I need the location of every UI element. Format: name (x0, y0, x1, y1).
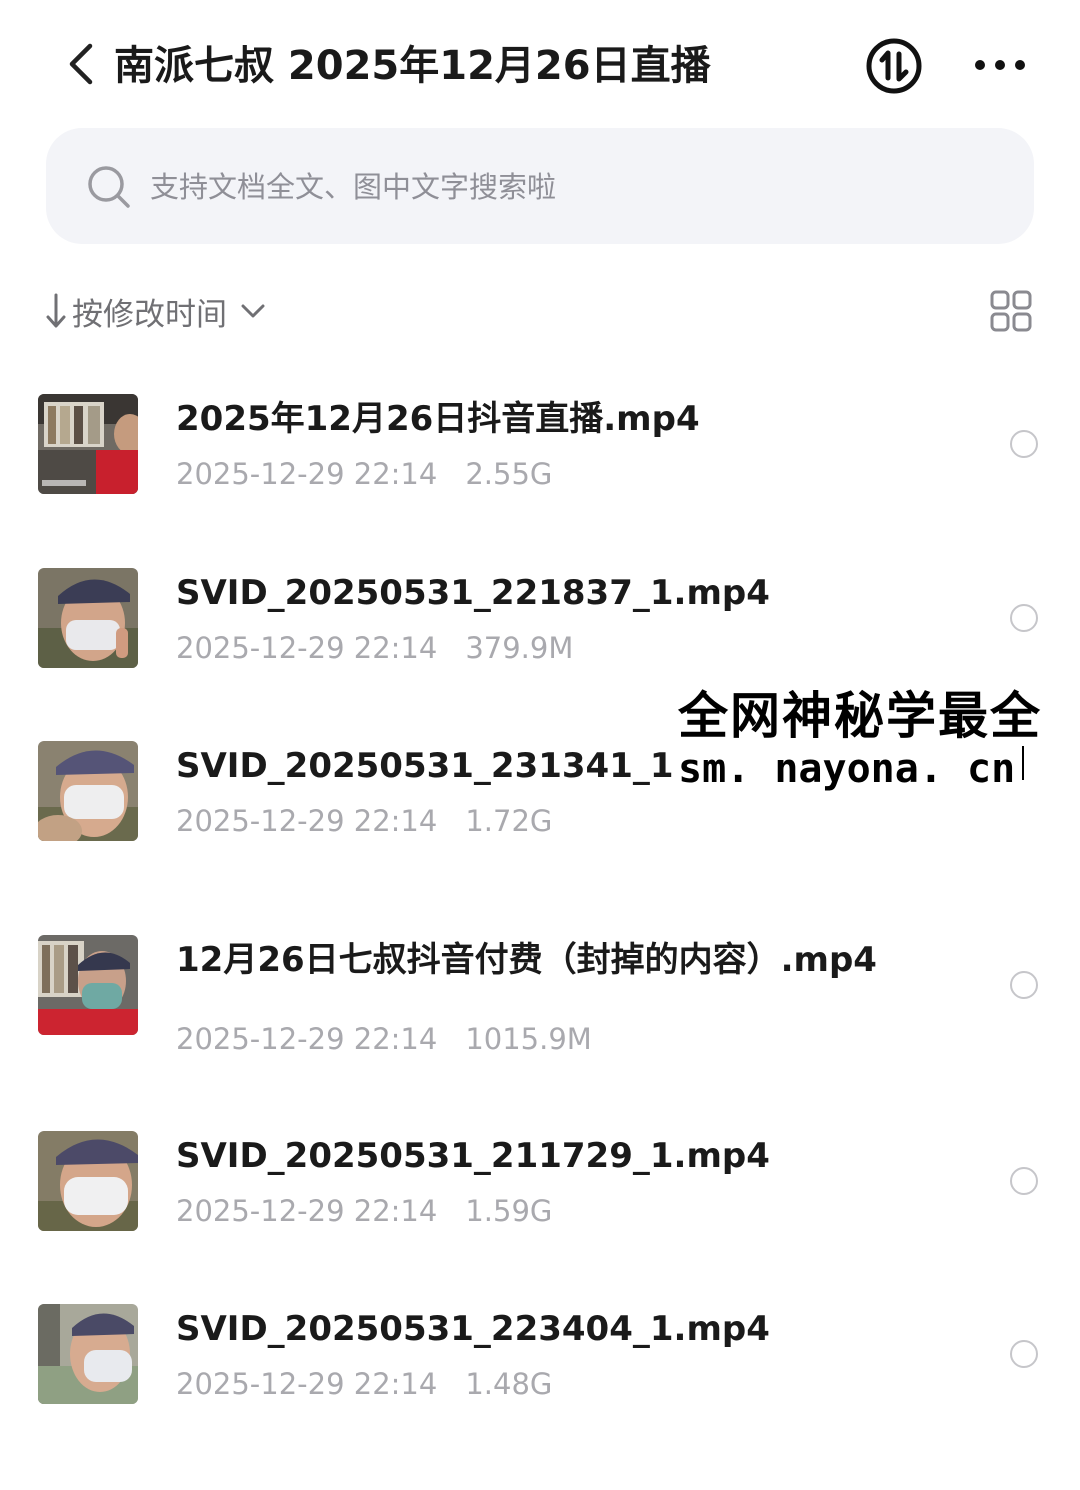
video-thumbnail (38, 935, 138, 1035)
modified-time: 2025-12-29 22:14 (176, 457, 438, 491)
select-radio[interactable] (1010, 971, 1038, 999)
file-size: 1015.9M (465, 1022, 592, 1056)
file-meta: 2025-12-29 22:14 1.72G (176, 801, 552, 841)
video-thumbnail (38, 741, 138, 841)
modified-time: 2025-12-29 22:14 (176, 804, 438, 838)
file-name: SVID_20250531_221837_1.mp4 (176, 573, 770, 613)
select-radio[interactable] (1010, 604, 1038, 632)
video-thumbnail (38, 568, 138, 668)
file-meta: 2025-12-29 22:14 2.55G (176, 454, 552, 494)
file-meta: 2025-12-29 22:14 379.9M (176, 628, 573, 668)
file-size: 2.55G (465, 457, 553, 491)
text-caret (1022, 746, 1024, 780)
file-name: 2025年12月26日抖音直播.mp4 (176, 399, 700, 439)
video-thumbnail (38, 394, 138, 494)
select-radio[interactable] (1010, 1340, 1038, 1368)
file-size: 1.72G (465, 804, 553, 838)
select-radio[interactable] (1010, 1167, 1038, 1195)
video-thumbnail (38, 1304, 138, 1404)
file-name: SVID_20250531_231341_1.m (176, 746, 722, 786)
modified-time: 2025-12-29 22:14 (176, 1022, 438, 1056)
sort-selector[interactable]: 按修改时间 (44, 286, 267, 336)
watermark-text: 全网神秘学最全 (678, 687, 1042, 745)
list-item[interactable]: 12月26日七叔抖音付费（封掉的内容）.mp4 2025-12-29 22:14… (0, 935, 1080, 1085)
list-item[interactable]: SVID_20250531_223404_1.mp4 2025-12-29 22… (0, 1304, 1080, 1454)
modified-time: 2025-12-29 22:14 (176, 1194, 438, 1228)
file-size: 379.9M (465, 631, 574, 665)
file-meta: 2025-12-29 22:14 1.48G (176, 1364, 552, 1404)
watermark-url: sm. nayona. cn (678, 746, 1016, 792)
page-title: 南派七叔 2025年12月26日直播 (114, 43, 711, 89)
search-bar[interactable] (46, 128, 1034, 244)
video-thumbnail (38, 1131, 138, 1231)
select-radio[interactable] (1010, 430, 1038, 458)
list-item[interactable]: 2025年12月26日抖音直播.mp4 2025-12-29 22:14 2.55… (0, 394, 1080, 544)
chevron-down-icon (241, 304, 265, 318)
file-meta: 2025-12-29 22:14 1015.9M (176, 1019, 592, 1059)
watermark: 全网神秘学最全 sm. nayona. cn (674, 684, 1080, 796)
file-name: SVID_20250531_223404_1.mp4 (176, 1309, 770, 1349)
file-name: SVID_20250531_211729_1.mp4 (176, 1136, 770, 1176)
modified-time: 2025-12-29 22:14 (176, 1367, 438, 1401)
top-bar: 南派七叔 2025年12月26日直播 (0, 0, 1080, 130)
list-item[interactable]: SVID_20250531_211729_1.mp4 2025-12-29 22… (0, 1131, 1080, 1281)
chevron-left-icon[interactable] (62, 42, 100, 86)
arrow-down-icon (46, 293, 66, 328)
grid-view-icon[interactable] (990, 290, 1032, 332)
search-input[interactable] (148, 158, 972, 216)
modified-time: 2025-12-29 22:14 (176, 631, 438, 665)
search-icon (88, 166, 130, 208)
file-meta: 2025-12-29 22:14 1.59G (176, 1191, 552, 1231)
file-name: 12月26日七叔抖音付费（封掉的内容）.mp4 (176, 940, 877, 980)
file-size: 1.59G (465, 1194, 553, 1228)
sort-label: 按修改时间 (72, 296, 227, 333)
file-size: 1.48G (465, 1367, 553, 1401)
sort-toggle-icon[interactable] (864, 36, 924, 96)
more-dots-icon[interactable] (970, 50, 1030, 80)
